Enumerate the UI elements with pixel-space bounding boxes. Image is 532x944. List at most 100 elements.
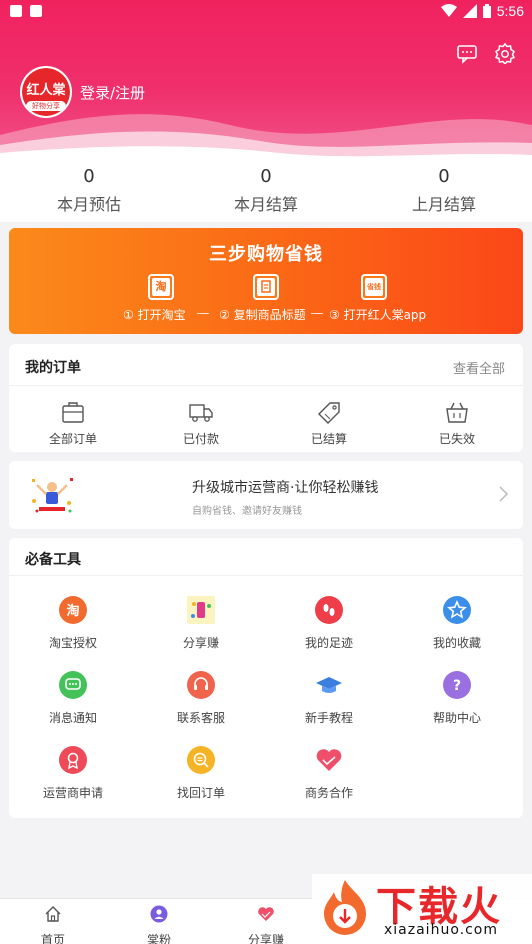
flame-logo-icon [324,880,366,935]
tool-business-coop[interactable]: 商务合作 [265,746,393,801]
basket-icon [446,402,468,423]
notification-icon [10,5,22,17]
order-tab-paid[interactable]: 已付款 [137,400,265,447]
tool-operator-apply[interactable]: 运营商申请 [9,746,137,801]
tool-label: 找回订单 [176,786,225,800]
truck-icon [189,404,213,422]
chevron-right-icon [499,486,509,502]
tool-taobao-auth[interactable]: 淘 淘宝授权 [9,596,137,651]
tool-notifications[interactable]: 消息通知 [9,671,137,726]
tool-label: 我的收藏 [432,636,481,650]
upgrade-operator-banner[interactable]: 升级城市运营商·让你轻松赚钱 自购省钱、邀请好友赚钱 [9,461,523,529]
tool-label: 新手教程 [304,711,353,725]
message-icon [59,671,87,699]
avatar-logo-subtext: 好物分享 [26,101,66,111]
stat-value: 0 [438,166,450,187]
battery-icon [482,4,491,18]
app-notification-icon [30,5,42,17]
nav-home[interactable]: 首页 [3,905,103,944]
orders-title: 我的订单 [25,360,81,376]
handshake-icon [315,746,343,774]
profile-header: 5:56 红人棠 好物分享 登录/注册 [0,0,532,160]
avatar[interactable]: 红人棠 好物分享 [20,66,72,118]
svg-text:淘: 淘 [66,603,79,619]
headset-icon [187,671,215,699]
stat-last-month-settled[interactable]: 0 上月结算 [374,166,514,215]
stat-label: 本月预估 [56,195,121,214]
three-steps-banner[interactable]: 三步购物省钱 淘 省钱 ① 打开淘宝 ② 复制商品标题 ③ 打开红人棠app [9,228,523,334]
stat-label: 上月结算 [411,195,476,214]
order-tab-expired[interactable]: 已失效 [393,400,521,447]
nav-label: 棠粉 [146,933,171,944]
nav-share-earn[interactable]: 分享赚 [216,905,316,944]
gear-icon[interactable] [494,42,516,64]
tool-label: 运营商申请 [42,786,103,800]
view-all-orders-link[interactable]: 查看全部 [453,358,505,377]
header-wave [0,114,532,160]
tools-card: 必备工具 淘 淘宝授权 分享赚 我的足迹 我的收藏 消息通知 联系客服 新手教程… [9,538,523,818]
tool-label: 商务合作 [304,786,353,800]
heart-hands-icon [258,907,274,921]
tool-label: 分享赚 [182,636,219,650]
order-tab-label: 已付款 [182,432,219,446]
stat-label: 本月结算 [233,195,298,214]
signal-icon [462,4,477,18]
promo-title: 升级城市运营商·让你轻松赚钱 [192,480,379,496]
order-tab-settled[interactable]: 已结算 [265,400,393,447]
watermark: 下载火 xiazaihuo.com [312,874,532,944]
tag-icon [318,402,340,424]
taobao-icon: 淘 [148,274,174,300]
svg-text:?: ? [453,678,461,694]
tool-customer-service[interactable]: 联系客服 [137,671,265,726]
step-divider [311,313,323,314]
order-tab-all[interactable]: 全部订单 [9,400,137,447]
tool-help-center[interactable]: ? 帮助中心 [393,671,521,726]
share-earn-icon [187,596,215,624]
banner-step-label: ③ 打开红人棠app [329,308,427,322]
star-icon [443,596,471,624]
tool-share-earn[interactable]: 分享赚 [137,596,265,651]
promo-subtitle: 自购省钱、邀请好友赚钱 [192,506,302,517]
avatar-logo-text: 红人棠 [26,83,66,98]
stat-value: 0 [83,166,95,187]
badge-icon [59,746,87,774]
graduation-cap-icon [315,671,343,699]
help-icon: ? [443,671,471,699]
stat-value: 0 [260,166,272,187]
tools-title: 必备工具 [25,552,81,568]
tool-label: 我的足迹 [304,636,353,650]
nav-label: 分享赚 [247,933,284,944]
tool-label: 帮助中心 [432,711,481,725]
footprint-icon [315,596,343,624]
banner-step-label: ① 打开淘宝 [123,308,186,322]
save-money-icon: 省钱 [361,274,387,300]
my-orders-card: 我的订单 查看全部 全部订单 已付款 已结算 已失效 [9,344,523,452]
user-icon [150,905,168,923]
banner-step-label: ② 复制商品标题 [219,308,306,322]
login-register-link[interactable]: 登录/注册 [80,82,145,103]
order-tab-label: 全部订单 [48,432,97,446]
celebration-illustration [32,478,73,513]
copy-icon [253,274,279,300]
nav-fans[interactable]: 棠粉 [109,905,209,944]
tool-tutorial[interactable]: 新手教程 [265,671,393,726]
message-icon[interactable] [456,42,478,64]
tool-footprint[interactable]: 我的足迹 [265,596,393,651]
search-order-icon [187,746,215,774]
stat-this-month-settled[interactable]: 0 本月结算 [196,166,336,215]
status-bar: 5:56 [0,0,532,24]
nav-label: 首页 [40,933,65,944]
clock: 5:56 [496,3,524,19]
stat-this-month-estimate[interactable]: 0 本月预估 [19,166,159,215]
step-divider [197,313,209,314]
tool-label: 联系客服 [176,711,225,725]
order-tab-label: 已结算 [310,432,347,446]
tool-label: 淘宝授权 [48,636,97,650]
order-tab-label: 已失效 [438,432,475,446]
tool-label: 消息通知 [48,711,97,725]
tool-find-order[interactable]: 找回订单 [137,746,265,801]
home-icon [45,906,61,922]
banner-title: 三步购物省钱 [209,244,323,265]
watermark-url: xiazaihuo.com [384,922,498,938]
tool-favorites[interactable]: 我的收藏 [393,596,521,651]
